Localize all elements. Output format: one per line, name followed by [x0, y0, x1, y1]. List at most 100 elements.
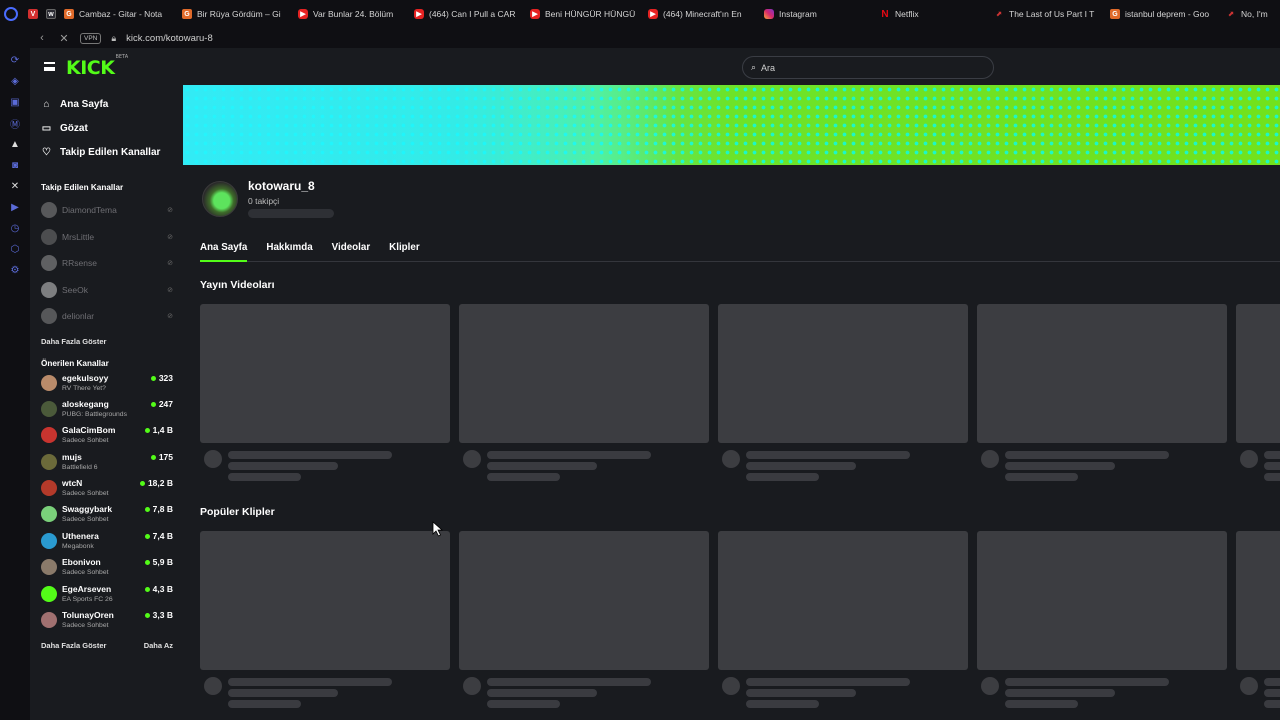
text-line-placeholder: [1264, 678, 1280, 686]
pinboard-icon[interactable]: ⬡: [9, 243, 21, 255]
video-card-placeholder[interactable]: [718, 304, 968, 481]
browser-tab[interactable]: w: [40, 0, 58, 28]
tab-title: (464) Can I Pull a CAR: [429, 9, 516, 19]
tab-title: Beni HÜNGÜR HÜNGÜ: [545, 9, 636, 19]
home-icon: ⌂: [43, 98, 50, 110]
m-icon[interactable]: Ⓜ: [9, 117, 21, 131]
text-line-placeholder: [1005, 462, 1115, 470]
kick-page: KICKBETA ⌕ Ara ⌂ Ana Sayfa ▭ Gözat ♡ Takip Ed…: [30, 48, 1280, 720]
followed-channel[interactable]: RRsense ⊘: [30, 250, 183, 277]
video-card-placeholder[interactable]: [977, 304, 1227, 481]
tab-3[interactable]: Klipler: [389, 234, 420, 262]
recommended-channel[interactable]: Swaggybark Sadece Sohbet 7,8 B: [30, 504, 183, 530]
nav-item-1[interactable]: ▭ Gözat: [30, 116, 183, 140]
channel-header: kotowaru_8 0 takipçi: [202, 179, 334, 218]
followed-show-more[interactable]: Daha Fazla Göster: [30, 337, 183, 346]
search-input[interactable]: ⌕ Ara: [742, 56, 994, 79]
video-card-placeholder[interactable]: [459, 304, 709, 481]
browser-tab[interactable]: G Bir Rüya Gördüm – Gi: [176, 0, 292, 28]
recommended-channel[interactable]: TolunayOren Sadece Sohbet 3,3 B: [30, 610, 183, 636]
nav-item-2[interactable]: ♡ Takip Edilen Kanallar: [30, 140, 183, 164]
browser-tab[interactable]: ⬈ The Last of Us Part I T: [988, 0, 1104, 28]
browser-tab[interactable]: N Netflix: [874, 0, 988, 28]
text-placeholders: [487, 678, 651, 708]
nav-label: Gözat: [60, 122, 88, 134]
kick-logo[interactable]: KICKBETA: [66, 54, 128, 79]
recommended-channel[interactable]: Ebonivon Sadece Sohbet 5,9 B: [30, 557, 183, 583]
browser-tab[interactable]: V: [22, 0, 40, 28]
channel-name: aloskegang: [62, 398, 109, 409]
channel-category: Sadece Sohbet: [62, 569, 109, 577]
menu-icon[interactable]: [44, 62, 55, 71]
channel-name: kotowaru_8: [248, 179, 315, 193]
browser-tab[interactable]: ▶ Beni HÜNGÜR HÜNGÜ: [524, 0, 642, 28]
clip-card-placeholder[interactable]: [459, 531, 709, 708]
viewer-value: 5,9 B: [152, 557, 173, 568]
clips-grid: [200, 531, 1280, 720]
shopping-icon[interactable]: ▣: [9, 96, 21, 108]
browser-tab[interactable]: G Cambaz - Gitar - Nota: [58, 0, 176, 28]
clip-card-placeholder[interactable]: [200, 531, 450, 708]
live-dot-icon: [144, 586, 150, 592]
browser-tab[interactable]: ⬈ No, I'm: [1220, 0, 1280, 28]
opera-logo-icon[interactable]: [0, 0, 22, 28]
tab-2[interactable]: Videolar: [332, 234, 370, 262]
tlou-icon: ⬈: [996, 11, 1002, 18]
text-placeholders: [1264, 678, 1280, 708]
clip-card-placeholder[interactable]: [1236, 531, 1280, 708]
viewer-value: 3,3 B: [152, 610, 173, 621]
recommended-channel[interactable]: wtcN Sadece Sohbet 18,2 B: [30, 478, 183, 504]
history-icon[interactable]: ◷: [9, 222, 21, 234]
vpn-badge[interactable]: VPN: [80, 32, 102, 44]
browser-tab[interactable]: ▶ (464) Minecraft'ın En: [642, 0, 758, 28]
stop-loading-icon[interactable]: ✕: [58, 32, 70, 45]
channel-name: wtcN: [62, 478, 83, 489]
tab-0[interactable]: Ana Sayfa: [200, 234, 248, 262]
video-card-placeholder[interactable]: [200, 304, 450, 481]
live-dot-icon: [150, 454, 156, 460]
clip-card-placeholder[interactable]: [977, 531, 1227, 708]
followed-channel[interactable]: MrsLittle ⊘: [30, 224, 183, 251]
text-line-placeholder: [228, 689, 338, 697]
video-card-placeholder[interactable]: [1236, 304, 1280, 481]
channel-avatar[interactable]: [202, 180, 238, 217]
aria-icon[interactable]: ▲: [9, 138, 21, 150]
browser-tab[interactable]: ▶ (464) Can I Pull a CAR: [408, 0, 524, 28]
followed-channel[interactable]: SeeOk ⊘: [30, 277, 183, 304]
settings-icon[interactable]: ⚙: [9, 264, 21, 276]
recommended-channel[interactable]: GalaCimBom Sadece Sohbet 1,4 B: [30, 425, 183, 451]
text-placeholders: [228, 451, 392, 481]
browser-tab[interactable]: Gistanbul deprem - Goo: [1104, 0, 1220, 28]
recommended-controls: Daha Fazla Göster Daha Az: [30, 641, 183, 650]
browser-tab[interactable]: Instagram: [758, 0, 874, 28]
x-icon[interactable]: ✕: [9, 180, 21, 192]
live-dot-icon: [144, 533, 150, 539]
recommended-channel[interactable]: Uthenera Megabonk 7,4 B: [30, 531, 183, 557]
clip-card-placeholder[interactable]: [718, 531, 968, 708]
extensions-icon[interactable]: ◈: [9, 75, 21, 87]
recommended-channel[interactable]: EgeArseven EA Sports FC 26 4,3 B: [30, 584, 183, 610]
browser-tab[interactable]: ▶ Var Bunlar 24. Bölüm: [292, 0, 408, 28]
channel-info: TolunayOren Sadece Sohbet: [62, 610, 145, 631]
back-icon[interactable]: ‹: [36, 32, 48, 44]
recommended-channel[interactable]: mujs Battlefield 6 175: [30, 452, 183, 478]
recommended-channel[interactable]: egekulsoyy RV There Yet? 323: [30, 373, 183, 399]
followed-channel[interactable]: delionlar ⊘: [30, 303, 183, 330]
channel-category: EA Sports FC 26: [62, 595, 113, 603]
nav-item-0[interactable]: ⌂ Ana Sayfa: [30, 92, 183, 116]
card-meta-placeholder: [459, 450, 709, 481]
recommended-channel[interactable]: aloskegang PUBG: Battlegrounds 247: [30, 399, 183, 425]
tab-1[interactable]: Hakkımda: [266, 234, 312, 262]
player-icon[interactable]: ▶: [9, 201, 21, 213]
card-meta-placeholder: [200, 677, 450, 708]
viewer-count: 18,2 B: [139, 478, 173, 489]
refresh-icon[interactable]: ⟳: [9, 54, 21, 66]
text-line-placeholder: [1264, 473, 1280, 481]
channel-name: SeeOk: [62, 284, 88, 295]
recommended-show-more[interactable]: Daha Fazla Göster: [30, 641, 106, 650]
recommended-show-less[interactable]: Daha Az: [133, 641, 173, 650]
lock-icon[interactable]: 🔒︎: [111, 33, 116, 44]
followed-channel[interactable]: DiamondTema ⊘: [30, 197, 183, 224]
twitch-icon[interactable]: ◙: [9, 159, 21, 171]
url-field[interactable]: kick.com/kotowaru-8: [126, 33, 213, 44]
